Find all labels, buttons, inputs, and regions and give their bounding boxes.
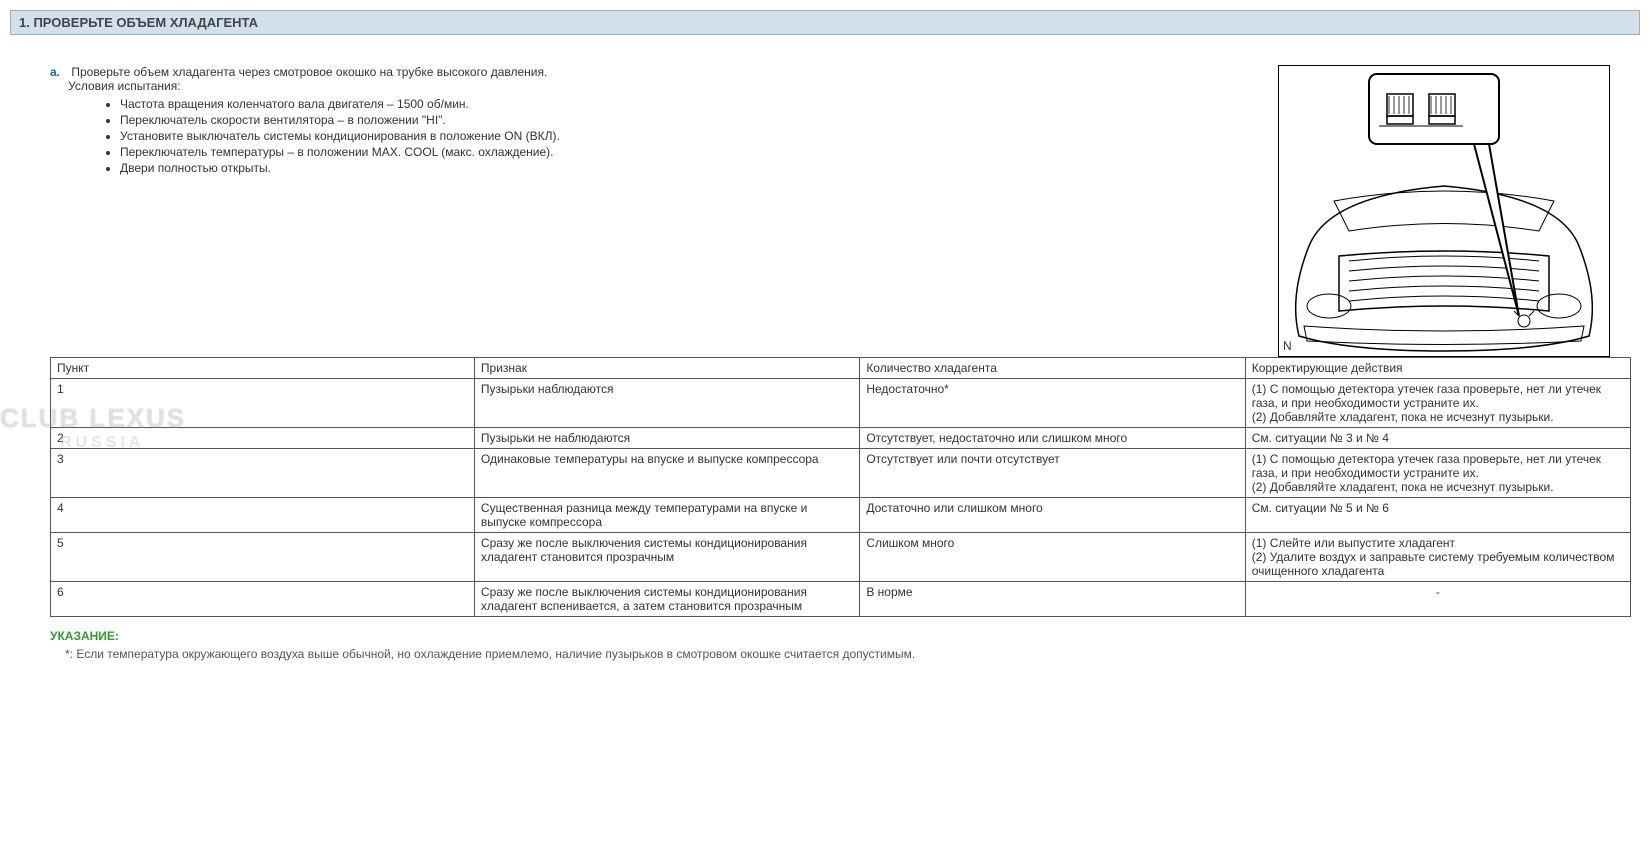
cell-qty: Отсутствует или почти отсутствует (860, 449, 1245, 498)
note-text: *: Если температура окружающего воздуха … (65, 647, 1640, 661)
step-text: Проверьте объем хладагента через смотров… (71, 65, 547, 79)
col-act-header: Корректирующие действия (1245, 358, 1630, 379)
cell-act: (1) Слейте или выпустите хладагент (2) У… (1245, 533, 1630, 582)
cell-qty: Отсутствует, недостаточно или слишком мн… (860, 428, 1245, 449)
col-item-header: Пункт (51, 358, 475, 379)
car-hood-illustration (1279, 66, 1609, 356)
cell-qty: В норме (860, 582, 1245, 617)
cell-qty: Слишком много (860, 533, 1245, 582)
note-label: УКАЗАНИЕ: (50, 629, 1640, 643)
engine-diagram: N (1278, 65, 1610, 357)
cell-act: (1) С помощью детектора утечек газа пров… (1245, 379, 1630, 428)
table-row: 2 Пузырьки не наблюдаются Отсутствует, н… (51, 428, 1631, 449)
section-title: 1. ПРОВЕРЬТЕ ОБЪЕМ ХЛАДАГЕНТА (19, 15, 258, 30)
cell-act: - (1245, 582, 1630, 617)
cell-qty: Достаточно или слишком много (860, 498, 1245, 533)
cell-act: (1) С помощью детектора утечек газа пров… (1245, 449, 1630, 498)
cell-act: См. ситуации № 5 и № 6 (1245, 498, 1630, 533)
cell-sign: Пузырьки наблюдаются (474, 379, 859, 428)
cell-sign: Пузырьки не наблюдаются (474, 428, 859, 449)
cell-sign: Сразу же после выключения системы кондиц… (474, 533, 859, 582)
step-letter: a. (50, 65, 68, 79)
cell-item: 3 (51, 449, 475, 498)
cell-item: 2 (51, 428, 475, 449)
cell-qty: Недостаточно* (860, 379, 1245, 428)
col-sign-header: Признак (474, 358, 859, 379)
table-row: 4 Существенная разница между температура… (51, 498, 1631, 533)
refrigerant-table: Пункт Признак Количество хладагента Корр… (50, 357, 1631, 617)
cell-item: 5 (51, 533, 475, 582)
cell-sign: Существенная разница между температурами… (474, 498, 859, 533)
table-row: 3 Одинаковые температуры на впуске и вып… (51, 449, 1631, 498)
table-header-row: Пункт Признак Количество хладагента Корр… (51, 358, 1631, 379)
cell-sign: Сразу же после выключения системы кондиц… (474, 582, 859, 617)
section-header: 1. ПРОВЕРЬТЕ ОБЪЕМ ХЛАДАГЕНТА (10, 10, 1640, 35)
cell-sign: Одинаковые температуры на впуске и выпус… (474, 449, 859, 498)
table-body: 1 Пузырьки наблюдаются Недостаточно* (1)… (51, 379, 1631, 617)
table-row: 5 Сразу же после выключения системы конд… (51, 533, 1631, 582)
cell-act: См. ситуации № 3 и № 4 (1245, 428, 1630, 449)
diagram-corner-label: N (1283, 339, 1292, 353)
cell-item: 1 (51, 379, 475, 428)
cell-item: 4 (51, 498, 475, 533)
table-row: 6 Сразу же после выключения системы конд… (51, 582, 1631, 617)
col-qty-header: Количество хладагента (860, 358, 1245, 379)
table-row: 1 Пузырьки наблюдаются Недостаточно* (1)… (51, 379, 1631, 428)
cell-item: 6 (51, 582, 475, 617)
content-body: N a. Проверьте объем хладагента через см… (10, 35, 1640, 187)
